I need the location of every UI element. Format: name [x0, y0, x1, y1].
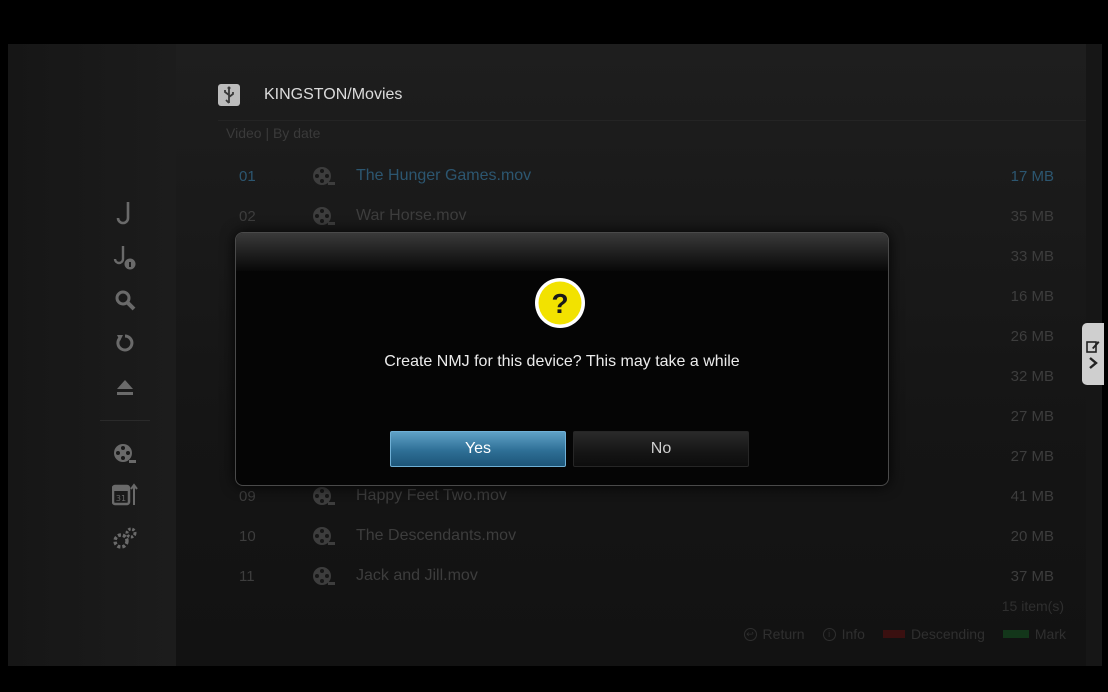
file-row[interactable]: 01 The Hunger Games.mov 17 MB: [176, 156, 1086, 196]
file-size: 41 MB: [1010, 488, 1054, 505]
return-button-icon: ↩: [743, 627, 757, 641]
file-number: 11: [239, 568, 255, 585]
search-icon[interactable]: [112, 287, 138, 313]
view-mode-label: Video | By date: [226, 125, 321, 141]
refresh-icon[interactable]: [112, 330, 138, 356]
header-divider: [218, 120, 1088, 121]
yes-button[interactable]: Yes: [390, 431, 566, 467]
file-number: 09: [239, 488, 256, 505]
file-number: 01: [239, 168, 256, 185]
no-button[interactable]: No: [573, 431, 749, 467]
button-hints: ↩ Return i Info Descending Mark: [743, 626, 1066, 642]
file-size: 37 MB: [1010, 568, 1054, 585]
video-file-icon: [312, 206, 336, 231]
file-size: 33 MB: [1010, 248, 1054, 265]
file-row[interactable]: 02 War Horse.mov 35 MB: [176, 196, 1086, 236]
video-file-icon: [312, 566, 336, 591]
file-size: 27 MB: [1010, 448, 1054, 465]
file-name: The Descendants.mov: [356, 527, 517, 544]
video-file-icon: [312, 166, 336, 191]
file-size: 26 MB: [1010, 328, 1054, 345]
question-icon: ?: [535, 278, 585, 328]
dialog-message: Create NMJ for this device? This may tak…: [384, 353, 740, 370]
file-name: The Hunger Games.mov: [356, 167, 532, 184]
file-number: 10: [239, 528, 256, 545]
sidebar-divider: [100, 420, 150, 421]
info-button-icon: i: [822, 627, 836, 641]
settings-gears-icon[interactable]: [112, 525, 138, 551]
hint-mark: Mark: [1002, 626, 1066, 642]
green-key-icon: [1002, 630, 1029, 638]
film-reel-icon[interactable]: [112, 441, 138, 467]
side-panel-tab[interactable]: [1082, 323, 1104, 385]
usb-icon: [218, 84, 240, 106]
left-rail: 31: [8, 44, 176, 666]
file-number: 02: [239, 208, 256, 225]
file-name: Happy Feet Two.mov: [356, 487, 507, 504]
file-row[interactable]: 10 The Descendants.mov 20 MB: [176, 516, 1086, 556]
item-count: 15 item(s): [1001, 598, 1064, 614]
red-key-icon: [882, 630, 905, 638]
eject-icon[interactable]: [112, 374, 138, 400]
svg-text:?: ?: [551, 288, 568, 319]
video-file-icon: [312, 526, 336, 551]
chevron-right-icon: [1089, 357, 1098, 369]
music-note-icon[interactable]: [112, 200, 138, 226]
hint-descending: Descending: [882, 626, 985, 642]
calendar-sort-icon[interactable]: 31: [112, 482, 138, 508]
video-file-icon: [312, 486, 336, 511]
edit-icon: [1086, 341, 1100, 353]
file-size: 27 MB: [1010, 408, 1054, 425]
file-size: 35 MB: [1010, 208, 1054, 225]
file-size: 17 MB: [1010, 168, 1054, 185]
hint-info: i Info: [822, 626, 865, 642]
dialog-title-bar: [236, 233, 888, 271]
hint-return: ↩ Return: [743, 626, 805, 642]
file-size: 32 MB: [1010, 368, 1054, 385]
file-name: War Horse.mov: [356, 207, 467, 224]
breadcrumb-path: KINGSTON/Movies: [264, 86, 403, 103]
breadcrumb: KINGSTON/Movies: [218, 80, 402, 110]
file-size: 16 MB: [1010, 288, 1054, 305]
file-row[interactable]: 11 Jack and Jill.mov 37 MB: [176, 556, 1086, 596]
confirm-dialog: ? Create NMJ for this device? This may t…: [235, 232, 889, 486]
file-name: Jack and Jill.mov: [356, 567, 478, 584]
music-info-icon[interactable]: [112, 244, 138, 270]
svg-text:31: 31: [116, 494, 126, 503]
file-size: 20 MB: [1010, 528, 1054, 545]
